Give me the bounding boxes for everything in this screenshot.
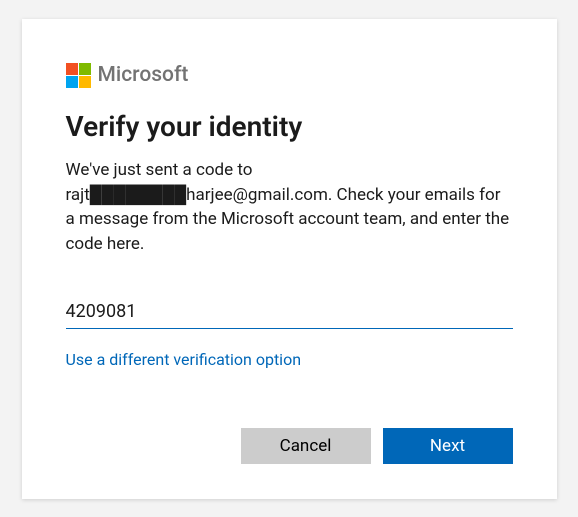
- logo-square-br: [79, 76, 91, 88]
- different-verification-link[interactable]: Use a different verification option: [66, 350, 302, 369]
- verification-code-input[interactable]: [66, 295, 513, 329]
- cancel-button[interactable]: Cancel: [241, 428, 371, 464]
- next-button[interactable]: Next: [383, 428, 513, 464]
- brand-header: Microsoft: [66, 63, 513, 88]
- code-input-wrap: [66, 295, 513, 329]
- dialog-actions: Cancel Next: [241, 428, 513, 464]
- logo-square-bl: [66, 76, 78, 88]
- brand-name: Microsoft: [98, 63, 189, 87]
- microsoft-logo-icon: [66, 63, 91, 88]
- page-title: Verify your identity: [66, 110, 513, 144]
- logo-square-tl: [66, 63, 78, 75]
- verify-identity-dialog: Microsoft Verify your identity We've jus…: [22, 19, 557, 499]
- logo-square-tr: [79, 63, 91, 75]
- instruction-text: We've just sent a code to rajt████████ha…: [66, 158, 513, 257]
